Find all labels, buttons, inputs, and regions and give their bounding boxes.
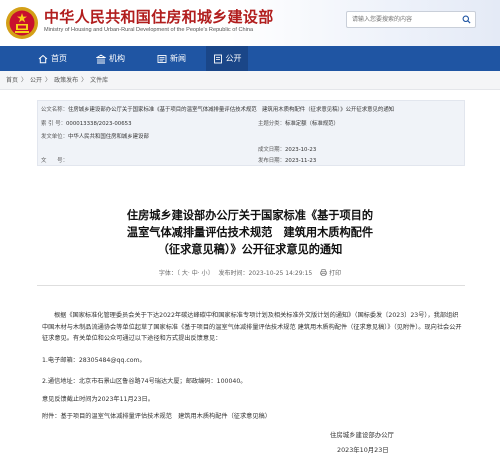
nav-item-open[interactable]: 公开 xyxy=(206,46,248,71)
info-row-docno: 文 号： xyxy=(41,156,68,164)
contact-address: 2.通信地址：北京市石景山区鲁谷路74号瑞达大厦；邮政编码：100040。 xyxy=(42,378,247,385)
nav-item-home[interactable]: 首页 xyxy=(38,46,67,71)
info-value: 2023-10-23 xyxy=(284,147,317,153)
info-value: 标准定额（标准规范） xyxy=(284,121,339,127)
nav-item-institution[interactable]: 机构 xyxy=(96,46,125,71)
info-value: 2023-11-23 xyxy=(284,158,317,164)
info-value: 中华人民共和国住房和城乡建设部 xyxy=(67,134,149,140)
breadcrumb-separator: 〉 xyxy=(81,77,88,84)
site-header: 中华人民共和国住房和城乡建设部 Ministry of Housing and … xyxy=(0,0,500,46)
info-label: 成文日期： xyxy=(258,147,285,153)
breadcrumb-separator: 〉 xyxy=(21,77,28,84)
font-size-small[interactable]: 小 xyxy=(202,270,208,277)
breadcrumb-separator: 〉 xyxy=(45,77,52,84)
info-label: 索 引 号： xyxy=(41,121,66,127)
info-row-title: 公文名称：住房城乡建设部办公厅关于国家标准《基于项目的温室气体减排量评估技术规范… xyxy=(41,105,394,113)
home-icon xyxy=(38,54,48,63)
font-size-large[interactable]: 大 xyxy=(182,270,188,277)
font-size-label: 字体： xyxy=(158,270,177,277)
document-title-line: 温室气体减排量评估技术规范 建筑用木质构配件 xyxy=(126,226,374,239)
info-value: 000013338/2023-00653 xyxy=(66,121,132,127)
info-label: 文 号： xyxy=(41,158,68,164)
info-row-category: 主题分类：标准定额（标准规范） xyxy=(258,119,339,127)
news-icon xyxy=(157,54,167,63)
info-row-pubdate: 发布日期：2023-11-23 xyxy=(258,156,316,164)
breadcrumb-open[interactable]: 公开 xyxy=(30,75,42,84)
font-size-medium[interactable]: 中 xyxy=(192,270,198,277)
document-title-line: （征求意见稿）》公开征求意见的通知 xyxy=(157,243,343,256)
main-nav: 首页 机构 新闻 公开 xyxy=(0,46,500,71)
breadcrumb-home[interactable]: 首页 xyxy=(6,75,18,84)
info-row-issuer: 发文单位：中华人民共和国住房和城乡建设部 xyxy=(41,132,149,140)
signature: 住房城乡建设部办公厅 xyxy=(330,431,394,439)
nav-item-label: 机构 xyxy=(109,54,125,63)
search-button[interactable] xyxy=(457,12,475,27)
nav-item-label: 公开 xyxy=(225,54,242,63)
print-button[interactable]: 打印 xyxy=(329,270,341,277)
sign-date: 2023年10月23日 xyxy=(337,446,389,454)
site-title: 中华人民共和国住房和城乡建设部 xyxy=(44,8,274,26)
search-icon xyxy=(462,15,471,24)
publish-time: 发布时间：2023-10-25 14:29:15 xyxy=(218,270,313,277)
document-info-panel: 公文名称：住房城乡建设部办公厅关于国家标准《基于项目的温室气体减排量评估技术规范… xyxy=(37,100,465,166)
print-icon xyxy=(320,269,327,276)
contact-email: 1.电子邮箱：28305484@qq.com。 xyxy=(42,357,146,364)
search-input[interactable] xyxy=(347,12,457,27)
info-label: 公文名称： xyxy=(41,107,68,113)
search-box xyxy=(346,11,476,28)
nav-item-label: 新闻 xyxy=(170,54,186,63)
document-title: 住房城乡建设部办公厅关于国家标准《基于项目的 温室气体减排量评估技术规范 建筑用… xyxy=(60,207,440,258)
attachment-link[interactable]: 附件：基于项目的温室气体减排量评估技术规范 建筑用木质构配件（征求意见稿） xyxy=(42,411,271,420)
nav-item-news[interactable]: 新闻 xyxy=(157,46,186,71)
breadcrumb: 首页 〉 公开 〉 政策发布 〉 文件库 xyxy=(6,75,108,84)
deadline-text: 意见反馈截止时间为2023年11月23日。 xyxy=(42,396,154,403)
info-label: 主题分类： xyxy=(258,121,285,127)
breadcrumb-library[interactable]: 文件库 xyxy=(90,75,108,84)
national-emblem-icon xyxy=(6,7,38,39)
site-subtitle: Ministry of Housing and Urban-Rural Deve… xyxy=(44,27,254,33)
institution-icon xyxy=(96,53,106,63)
info-label: 发布日期： xyxy=(258,158,285,164)
info-label: 发文单位： xyxy=(41,134,68,140)
info-value: 住房城乡建设部办公厅关于国家标准《基于项目的温室气体减排量评估技术规范 建筑用木… xyxy=(67,107,395,113)
document-title-line: 住房城乡建设部办公厅关于国家标准《基于项目的 xyxy=(126,209,374,222)
open-icon xyxy=(213,54,222,63)
document-meta: 字体：〔 大· 中· 小〕 发布时间：2023-10-25 14:29:15 打… xyxy=(158,269,342,277)
divider xyxy=(37,285,465,286)
breadcrumb-policy[interactable]: 政策发布 xyxy=(54,75,78,84)
info-row-index: 索 引 号：000013338/2023-00653 xyxy=(41,119,132,127)
info-row-date: 成文日期：2023-10-23 xyxy=(258,145,316,153)
breadcrumb-bar: 首页 〉 公开 〉 政策发布 〉 文件库 xyxy=(0,71,500,90)
document-paragraph: 根据《国家标准化管理委员会关于下达2022年碳达峰碳中和国家标准专项计划及相关标… xyxy=(42,312,462,342)
nav-item-label: 首页 xyxy=(51,54,67,63)
